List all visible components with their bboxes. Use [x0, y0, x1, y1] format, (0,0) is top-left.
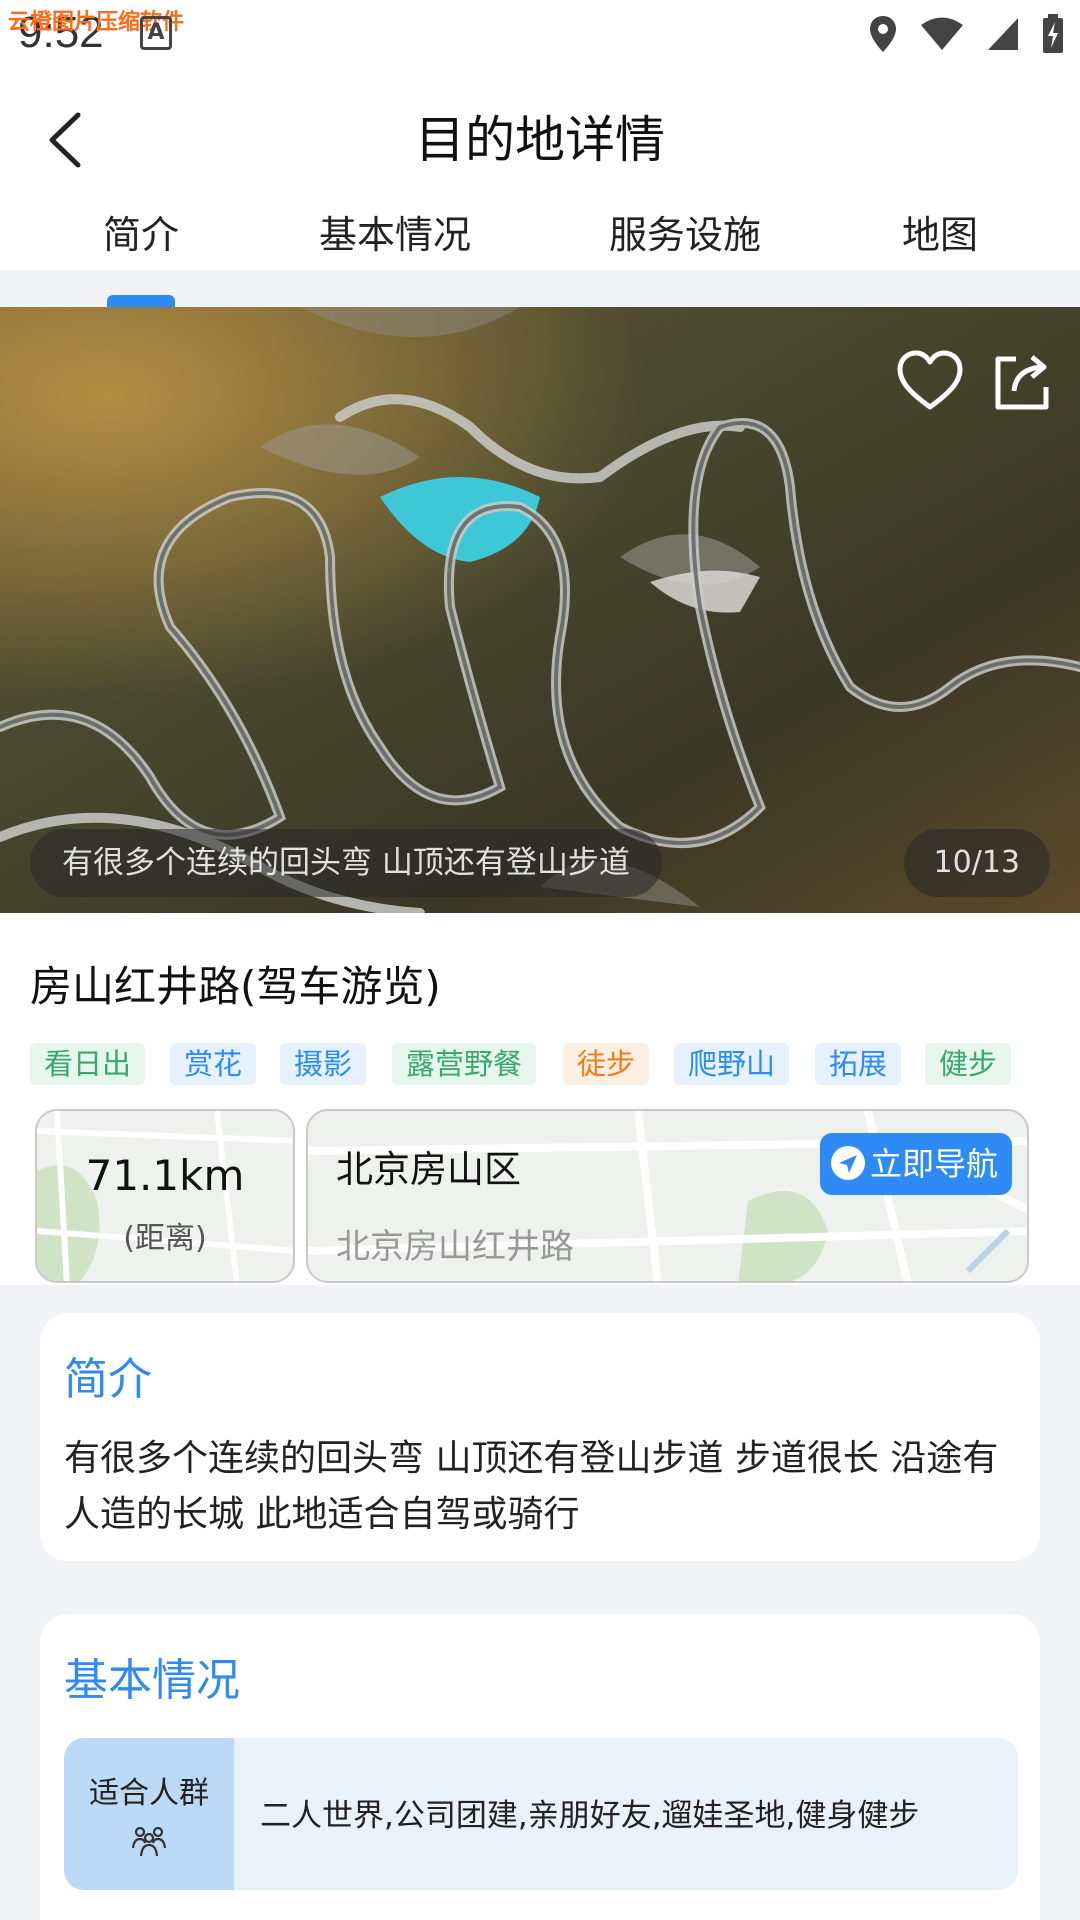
location-icon: [870, 16, 896, 52]
status-icons: [868, 14, 1064, 54]
wifi-icon: [921, 17, 963, 50]
share-icon[interactable]: [986, 345, 1058, 417]
image-caption: 有很多个连续的回头弯 山顶还有登山步道: [30, 829, 662, 897]
tab-basic-info[interactable]: 基本情况: [300, 200, 490, 270]
distance-card: 71.1km (距离): [35, 1109, 295, 1283]
place-name: 房山红井路(驾车游览): [30, 962, 441, 1011]
tab-intro[interactable]: 简介: [86, 200, 196, 270]
intro-title: 简介: [64, 1354, 152, 1405]
place-info: 房山红井路(驾车游览) 看日出 赏花 摄影 露营野餐 徒步 爬野山 拓展 健步 …: [0, 913, 1080, 1285]
intro-text: 有很多个连续的回头弯 山顶还有登山步道 步道很长 沿途有人造的长城 此地适合自驾…: [64, 1438, 999, 1535]
basic-info-title: 基本情况: [64, 1655, 240, 1706]
signal-icon: [988, 18, 1018, 50]
tag-item: 徒步: [563, 1043, 650, 1085]
battery-icon: [1043, 14, 1063, 53]
status-bar: 9:52 云橙图片压缩软件 A: [0, 0, 1080, 70]
address-card[interactable]: 北京房山区 北京房山红井路 立即导航: [306, 1109, 1029, 1283]
distance-value: 71.1km: [85, 1151, 245, 1200]
suitable-crowd-value: 二人世界,公司团建,亲朋好友,遛娃圣地,健身健步: [260, 1798, 920, 1834]
suitable-crowd-label: 适合人群: [89, 1776, 209, 1811]
tag-item: 爬野山: [674, 1043, 790, 1085]
keyboard-a-icon: A: [140, 16, 172, 50]
navigation-arrow-icon: [831, 1146, 865, 1180]
suitable-crowd-label-box: 适合人群: [64, 1738, 234, 1890]
intro-card: 简介 有很多个连续的回头弯 山顶还有登山步道 步道很长 沿途有人造的长城 此地适…: [40, 1313, 1040, 1561]
tag-item: 健步: [925, 1043, 1012, 1085]
hero-image[interactable]: 有很多个连续的回头弯 山顶还有登山步道 10/13: [0, 307, 1080, 913]
address-street: 北京房山红井路: [336, 1227, 574, 1267]
navigate-button[interactable]: 立即导航: [820, 1133, 1012, 1195]
address-city: 北京房山区: [336, 1148, 521, 1191]
image-counter: 10/13: [903, 829, 1050, 897]
distance-label: (距离): [123, 1221, 207, 1256]
navigate-button-label: 立即导航: [870, 1145, 999, 1183]
tag-item: 露营野餐: [392, 1043, 537, 1085]
tab-facilities[interactable]: 服务设施: [590, 200, 780, 270]
favorite-heart-icon[interactable]: [894, 345, 966, 417]
group-people-icon: [131, 1826, 167, 1857]
tag-item: 赏花: [170, 1043, 257, 1085]
suitable-crowd-row: 适合人群 二人世界,公司团建,亲朋好友,遛娃圣地,健身健步: [64, 1738, 1018, 1890]
basic-info-card: 基本情况 适合人群 二人世界,公司团建,亲朋好友,遛娃圣地,健身健步: [40, 1614, 1040, 1920]
tab-map[interactable]: 地图: [885, 200, 995, 270]
page-title: 目的地详情: [415, 111, 665, 169]
tag-item: 看日出: [30, 1043, 146, 1085]
header: 目的地详情 简介 基本情况 服务设施 地图: [0, 70, 1080, 270]
tag-list: 看日出 赏花 摄影 露营野餐 徒步 爬野山 拓展 健步: [30, 1043, 1070, 1087]
tag-item: 摄影: [280, 1043, 367, 1085]
tag-item: 拓展: [815, 1043, 902, 1085]
active-tab-indicator: [107, 295, 175, 307]
tab-bar: 简介 基本情况 服务设施 地图: [0, 200, 1080, 280]
